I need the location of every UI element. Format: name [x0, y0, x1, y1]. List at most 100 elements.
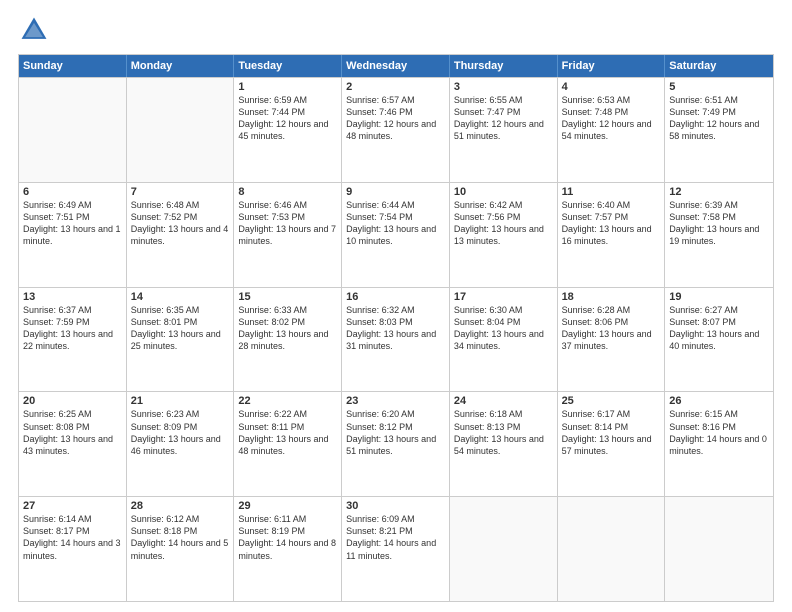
calendar-row: 6Sunrise: 6:49 AM Sunset: 7:51 PM Daylig…: [19, 182, 773, 287]
day-info: Sunrise: 6:53 AM Sunset: 7:48 PM Dayligh…: [562, 94, 661, 143]
calendar-cell: 23Sunrise: 6:20 AM Sunset: 8:12 PM Dayli…: [342, 392, 450, 496]
calendar-cell: 6Sunrise: 6:49 AM Sunset: 7:51 PM Daylig…: [19, 183, 127, 287]
day-info: Sunrise: 6:32 AM Sunset: 8:03 PM Dayligh…: [346, 304, 445, 353]
day-number: 26: [669, 395, 769, 407]
calendar-cell: [665, 497, 773, 601]
calendar-row: 20Sunrise: 6:25 AM Sunset: 8:08 PM Dayli…: [19, 391, 773, 496]
calendar-row: 1Sunrise: 6:59 AM Sunset: 7:44 PM Daylig…: [19, 77, 773, 182]
day-info: Sunrise: 6:30 AM Sunset: 8:04 PM Dayligh…: [454, 304, 553, 353]
day-info: Sunrise: 6:59 AM Sunset: 7:44 PM Dayligh…: [238, 94, 337, 143]
weekday-header: Friday: [558, 55, 666, 77]
calendar-cell: 14Sunrise: 6:35 AM Sunset: 8:01 PM Dayli…: [127, 288, 235, 392]
day-number: 17: [454, 291, 553, 303]
calendar-cell: 19Sunrise: 6:27 AM Sunset: 8:07 PM Dayli…: [665, 288, 773, 392]
day-info: Sunrise: 6:18 AM Sunset: 8:13 PM Dayligh…: [454, 408, 553, 457]
day-info: Sunrise: 6:42 AM Sunset: 7:56 PM Dayligh…: [454, 199, 553, 248]
day-info: Sunrise: 6:22 AM Sunset: 8:11 PM Dayligh…: [238, 408, 337, 457]
day-info: Sunrise: 6:51 AM Sunset: 7:49 PM Dayligh…: [669, 94, 769, 143]
logo: [18, 14, 54, 46]
day-number: 24: [454, 395, 553, 407]
day-number: 9: [346, 186, 445, 198]
day-number: 14: [131, 291, 230, 303]
day-number: 12: [669, 186, 769, 198]
day-info: Sunrise: 6:12 AM Sunset: 8:18 PM Dayligh…: [131, 513, 230, 562]
calendar-row: 27Sunrise: 6:14 AM Sunset: 8:17 PM Dayli…: [19, 496, 773, 601]
day-info: Sunrise: 6:09 AM Sunset: 8:21 PM Dayligh…: [346, 513, 445, 562]
calendar-cell: 7Sunrise: 6:48 AM Sunset: 7:52 PM Daylig…: [127, 183, 235, 287]
day-number: 2: [346, 81, 445, 93]
day-info: Sunrise: 6:57 AM Sunset: 7:46 PM Dayligh…: [346, 94, 445, 143]
day-number: 18: [562, 291, 661, 303]
calendar-cell: [19, 78, 127, 182]
day-number: 27: [23, 500, 122, 512]
calendar-header: SundayMondayTuesdayWednesdayThursdayFrid…: [19, 55, 773, 77]
day-number: 25: [562, 395, 661, 407]
day-info: Sunrise: 6:27 AM Sunset: 8:07 PM Dayligh…: [669, 304, 769, 353]
calendar-cell: 4Sunrise: 6:53 AM Sunset: 7:48 PM Daylig…: [558, 78, 666, 182]
day-number: 4: [562, 81, 661, 93]
calendar: SundayMondayTuesdayWednesdayThursdayFrid…: [18, 54, 774, 602]
day-number: 21: [131, 395, 230, 407]
day-info: Sunrise: 6:11 AM Sunset: 8:19 PM Dayligh…: [238, 513, 337, 562]
calendar-cell: 3Sunrise: 6:55 AM Sunset: 7:47 PM Daylig…: [450, 78, 558, 182]
day-info: Sunrise: 6:39 AM Sunset: 7:58 PM Dayligh…: [669, 199, 769, 248]
day-number: 1: [238, 81, 337, 93]
day-number: 6: [23, 186, 122, 198]
day-info: Sunrise: 6:23 AM Sunset: 8:09 PM Dayligh…: [131, 408, 230, 457]
day-info: Sunrise: 6:14 AM Sunset: 8:17 PM Dayligh…: [23, 513, 122, 562]
weekday-header: Wednesday: [342, 55, 450, 77]
page: SundayMondayTuesdayWednesdayThursdayFrid…: [0, 0, 792, 612]
weekday-header: Monday: [127, 55, 235, 77]
calendar-cell: 1Sunrise: 6:59 AM Sunset: 7:44 PM Daylig…: [234, 78, 342, 182]
day-number: 5: [669, 81, 769, 93]
weekday-header: Sunday: [19, 55, 127, 77]
day-info: Sunrise: 6:15 AM Sunset: 8:16 PM Dayligh…: [669, 408, 769, 457]
calendar-body: 1Sunrise: 6:59 AM Sunset: 7:44 PM Daylig…: [19, 77, 773, 601]
day-number: 23: [346, 395, 445, 407]
calendar-cell: 30Sunrise: 6:09 AM Sunset: 8:21 PM Dayli…: [342, 497, 450, 601]
day-number: 29: [238, 500, 337, 512]
day-number: 19: [669, 291, 769, 303]
day-info: Sunrise: 6:35 AM Sunset: 8:01 PM Dayligh…: [131, 304, 230, 353]
calendar-cell: 12Sunrise: 6:39 AM Sunset: 7:58 PM Dayli…: [665, 183, 773, 287]
day-info: Sunrise: 6:44 AM Sunset: 7:54 PM Dayligh…: [346, 199, 445, 248]
day-info: Sunrise: 6:20 AM Sunset: 8:12 PM Dayligh…: [346, 408, 445, 457]
day-number: 7: [131, 186, 230, 198]
calendar-cell: 17Sunrise: 6:30 AM Sunset: 8:04 PM Dayli…: [450, 288, 558, 392]
calendar-row: 13Sunrise: 6:37 AM Sunset: 7:59 PM Dayli…: [19, 287, 773, 392]
calendar-cell: 9Sunrise: 6:44 AM Sunset: 7:54 PM Daylig…: [342, 183, 450, 287]
day-number: 13: [23, 291, 122, 303]
calendar-cell: 2Sunrise: 6:57 AM Sunset: 7:46 PM Daylig…: [342, 78, 450, 182]
calendar-cell: 18Sunrise: 6:28 AM Sunset: 8:06 PM Dayli…: [558, 288, 666, 392]
day-info: Sunrise: 6:49 AM Sunset: 7:51 PM Dayligh…: [23, 199, 122, 248]
header: [18, 14, 774, 46]
calendar-cell: 16Sunrise: 6:32 AM Sunset: 8:03 PM Dayli…: [342, 288, 450, 392]
day-info: Sunrise: 6:55 AM Sunset: 7:47 PM Dayligh…: [454, 94, 553, 143]
day-info: Sunrise: 6:48 AM Sunset: 7:52 PM Dayligh…: [131, 199, 230, 248]
calendar-cell: 29Sunrise: 6:11 AM Sunset: 8:19 PM Dayli…: [234, 497, 342, 601]
day-number: 30: [346, 500, 445, 512]
calendar-cell: [558, 497, 666, 601]
calendar-cell: 10Sunrise: 6:42 AM Sunset: 7:56 PM Dayli…: [450, 183, 558, 287]
day-number: 16: [346, 291, 445, 303]
calendar-cell: 11Sunrise: 6:40 AM Sunset: 7:57 PM Dayli…: [558, 183, 666, 287]
calendar-cell: 26Sunrise: 6:15 AM Sunset: 8:16 PM Dayli…: [665, 392, 773, 496]
calendar-cell: 13Sunrise: 6:37 AM Sunset: 7:59 PM Dayli…: [19, 288, 127, 392]
calendar-cell: 5Sunrise: 6:51 AM Sunset: 7:49 PM Daylig…: [665, 78, 773, 182]
day-number: 8: [238, 186, 337, 198]
calendar-cell: 24Sunrise: 6:18 AM Sunset: 8:13 PM Dayli…: [450, 392, 558, 496]
calendar-cell: 15Sunrise: 6:33 AM Sunset: 8:02 PM Dayli…: [234, 288, 342, 392]
calendar-cell: 22Sunrise: 6:22 AM Sunset: 8:11 PM Dayli…: [234, 392, 342, 496]
calendar-cell: 27Sunrise: 6:14 AM Sunset: 8:17 PM Dayli…: [19, 497, 127, 601]
day-number: 11: [562, 186, 661, 198]
logo-icon: [18, 14, 50, 46]
day-number: 3: [454, 81, 553, 93]
day-info: Sunrise: 6:46 AM Sunset: 7:53 PM Dayligh…: [238, 199, 337, 248]
calendar-cell: [127, 78, 235, 182]
day-number: 20: [23, 395, 122, 407]
day-number: 28: [131, 500, 230, 512]
day-number: 15: [238, 291, 337, 303]
calendar-cell: 21Sunrise: 6:23 AM Sunset: 8:09 PM Dayli…: [127, 392, 235, 496]
day-info: Sunrise: 6:40 AM Sunset: 7:57 PM Dayligh…: [562, 199, 661, 248]
day-info: Sunrise: 6:25 AM Sunset: 8:08 PM Dayligh…: [23, 408, 122, 457]
